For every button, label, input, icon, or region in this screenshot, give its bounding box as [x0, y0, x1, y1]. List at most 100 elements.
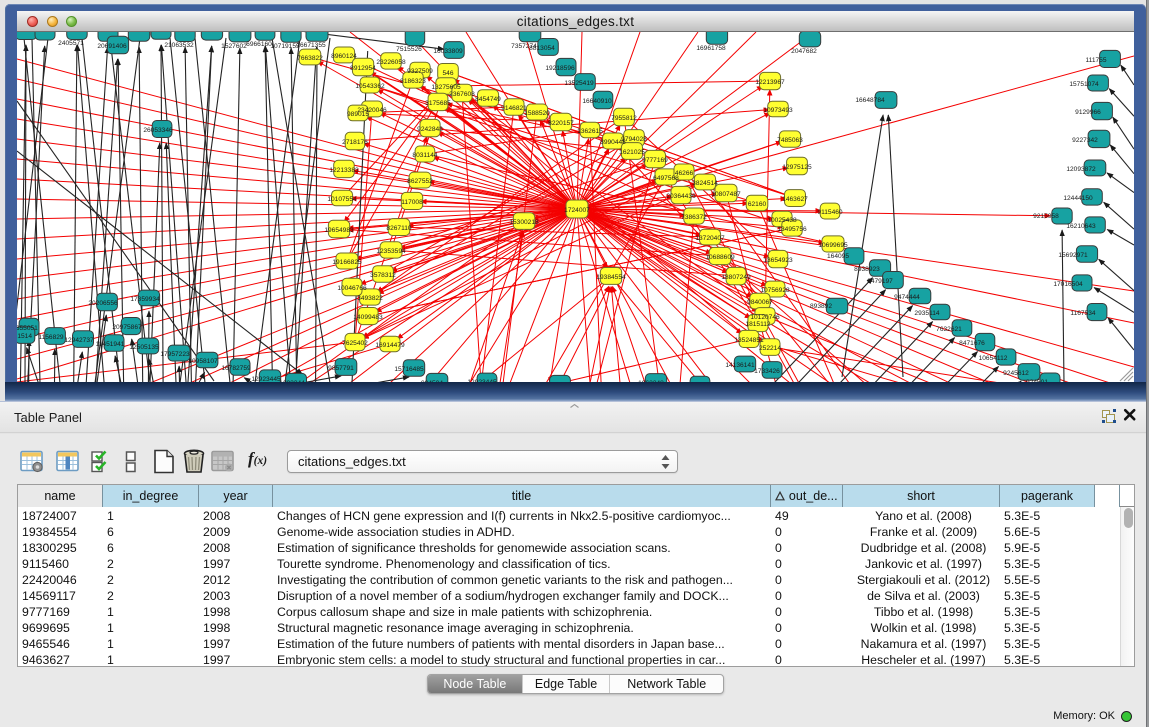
svg-text:19166825: 19166825: [332, 259, 362, 266]
svg-text:12213967: 12213967: [755, 79, 785, 86]
svg-text:16914479: 16914479: [375, 342, 405, 349]
svg-text:10654112: 10654112: [979, 355, 1008, 362]
svg-text:12444150: 12444150: [1063, 195, 1093, 202]
svg-text:13720407: 13720407: [695, 235, 725, 242]
svg-text:1733426: 1733426: [754, 368, 780, 375]
svg-text:17359934: 17359934: [130, 296, 160, 303]
svg-text:15716485: 15716485: [394, 366, 424, 373]
svg-text:1292344: 1292344: [279, 380, 305, 382]
svg-text:164095: 164095: [827, 253, 849, 260]
svg-text:16648784: 16648784: [855, 97, 885, 104]
svg-text:12975125: 12975125: [782, 164, 812, 171]
svg-text:1815112: 1815112: [745, 321, 771, 328]
svg-text:15300218: 15300218: [509, 219, 539, 226]
svg-text:14099483: 14099483: [353, 314, 383, 321]
svg-text:8186323: 8186323: [400, 78, 426, 85]
svg-text:8220157: 8220157: [548, 120, 574, 127]
svg-text:19384554: 19384554: [596, 274, 626, 281]
svg-text:3578312: 3578312: [370, 272, 396, 279]
svg-text:12213383: 12213383: [329, 167, 359, 174]
svg-text:9215958: 9215958: [1033, 213, 1059, 220]
svg-text:12942737: 12942737: [64, 337, 94, 344]
svg-text:9227342: 9227342: [1072, 137, 1098, 144]
svg-text:17016504: 17016504: [1053, 281, 1083, 288]
svg-text:984504: 984504: [421, 380, 443, 382]
svg-text:23226058: 23226058: [376, 59, 406, 66]
svg-text:13525419: 13525419: [564, 80, 594, 87]
svg-text:18807249: 18807249: [721, 274, 751, 281]
svg-text:16961758: 16961758: [696, 45, 726, 52]
svg-text:2935114: 2935114: [914, 310, 940, 317]
svg-text:9115460: 9115460: [817, 209, 843, 216]
svg-text:6479197: 6479197: [867, 278, 893, 285]
svg-text:10973493: 10973493: [763, 107, 793, 114]
svg-text:20691406: 20691406: [97, 43, 127, 50]
svg-text:10958107: 10958107: [188, 358, 218, 365]
svg-text:3175685: 3175685: [425, 100, 451, 107]
svg-text:9794028: 9794028: [621, 136, 647, 143]
svg-text:10543362: 10543362: [355, 83, 385, 90]
svg-text:7485063: 7485063: [777, 137, 803, 144]
svg-text:12093872: 12093872: [1066, 166, 1096, 173]
svg-text:9245612: 9245612: [1003, 370, 1029, 377]
svg-text:989015: 989015: [347, 111, 369, 118]
svg-text:7955812: 7955812: [611, 115, 637, 122]
svg-text:2718176: 2718176: [342, 139, 368, 146]
svg-text:20364436: 20364436: [666, 193, 696, 200]
svg-text:1621025: 1621025: [619, 149, 645, 156]
svg-text:1588520: 1588520: [524, 110, 550, 117]
svg-text:1962348: 1962348: [638, 380, 664, 382]
svg-text:7632621: 7632621: [936, 326, 962, 333]
svg-text:8627552: 8627552: [407, 178, 433, 185]
svg-text:1724007: 1724007: [564, 207, 590, 214]
svg-text:11451941: 11451941: [96, 341, 125, 348]
svg-text:2655051: 2655051: [17, 325, 38, 332]
svg-text:16640910: 16640910: [582, 98, 612, 105]
svg-text:21063532: 21063532: [164, 42, 194, 49]
svg-text:9857791: 9857791: [328, 365, 354, 372]
svg-text:13654923: 13654923: [763, 257, 793, 264]
svg-text:7515526: 7515526: [396, 46, 422, 53]
svg-text:20206556: 20206556: [88, 300, 118, 307]
svg-text:9242848: 9242848: [417, 126, 443, 133]
svg-text:8454749: 8454749: [475, 96, 501, 103]
svg-text:46266: 46266: [675, 170, 694, 177]
svg-text:1362615: 1362615: [577, 128, 603, 135]
svg-text:2367608: 2367608: [449, 91, 475, 98]
svg-text:10699695: 10699695: [818, 242, 848, 249]
svg-text:2405571: 2405571: [58, 40, 84, 47]
svg-text:16210643: 16210643: [1066, 223, 1096, 230]
svg-text:9327509: 9327509: [407, 68, 433, 75]
svg-text:12923445: 12923445: [467, 379, 497, 382]
svg-text:391514: 391514: [17, 333, 32, 340]
svg-text:9777169: 9777169: [642, 157, 668, 164]
svg-text:10025438: 10025438: [767, 217, 797, 224]
svg-text:9129966: 9129966: [1075, 109, 1101, 116]
svg-text:14136141: 14136141: [725, 362, 755, 369]
svg-text:1463627: 1463627: [782, 196, 808, 203]
svg-text:12353594: 12353594: [376, 248, 406, 255]
svg-text:16671355: 16671355: [296, 42, 326, 49]
svg-text:12505135: 12505135: [129, 344, 159, 351]
svg-text:111755: 111755: [1085, 57, 1106, 64]
svg-text:10807487: 10807487: [711, 191, 741, 198]
svg-text:16033809: 16033809: [433, 48, 463, 55]
svg-text:10120746: 10120746: [750, 314, 780, 321]
svg-text:12923445: 12923445: [251, 376, 281, 382]
svg-text:26053346: 26053346: [143, 127, 173, 134]
svg-text:7663822: 7663822: [297, 55, 323, 62]
svg-text:3493822: 3493822: [357, 295, 383, 302]
svg-text:7386372: 7386372: [681, 214, 707, 221]
svg-text:10756928: 10756928: [760, 287, 790, 294]
svg-text:15751074: 15751074: [1069, 81, 1099, 88]
svg-text:8813054: 8813054: [529, 45, 555, 52]
svg-text:1167534: 1167534: [1070, 310, 1096, 317]
svg-text:2047682: 2047682: [791, 48, 817, 55]
svg-text:9474444: 9474444: [894, 294, 920, 301]
svg-text:8960124: 8960124: [331, 53, 357, 60]
svg-text:13495756: 13495756: [777, 226, 807, 233]
svg-text:20975867: 20975867: [112, 324, 142, 331]
svg-text:893892: 893892: [810, 303, 832, 310]
svg-text:62160: 62160: [748, 201, 767, 208]
svg-text:1156829: 1156829: [38, 334, 64, 341]
